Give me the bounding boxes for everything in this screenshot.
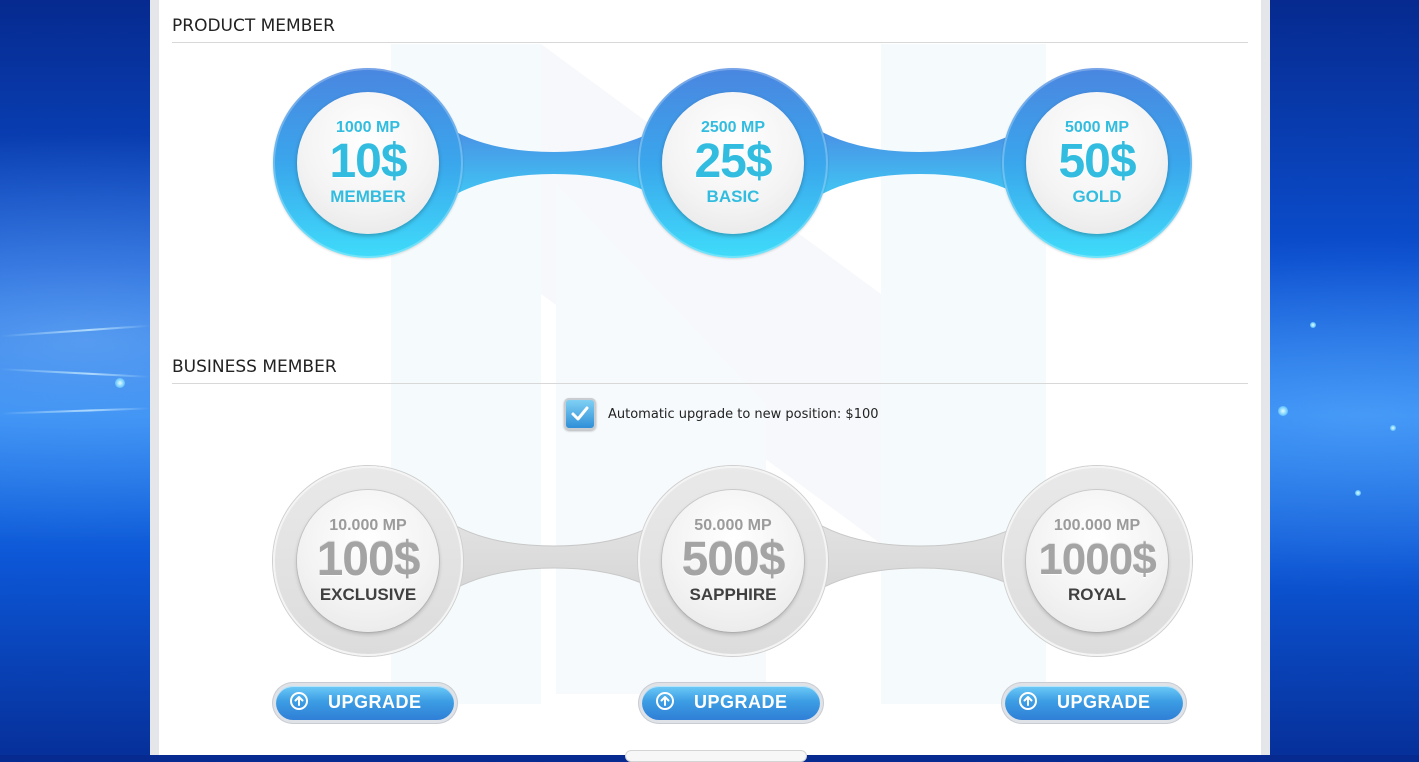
background-light-streak <box>0 368 150 378</box>
auto-upgrade-row: Automatic upgrade to new position: $100 <box>564 396 879 432</box>
auto-upgrade-label: Automatic upgrade to new position: $100 <box>608 406 879 422</box>
tier-price: 1000$ <box>1038 535 1156 584</box>
tier-sapphire: 50.000 MP 500$ SAPPHIRE <box>638 466 828 656</box>
upgrade-button-label: UPGRADE <box>1057 692 1151 712</box>
background-glow-dot <box>1390 425 1396 431</box>
product-member-title: PRODUCT MEMBER <box>172 16 1248 43</box>
upgrade-button-label: UPGRADE <box>328 692 422 712</box>
arrow-up-circle-icon <box>1019 692 1037 710</box>
tier-price: 10$ <box>329 135 407 188</box>
upgrade-button-sapphire[interactable]: UPGRADE <box>638 682 824 724</box>
tier-name: EXCLUSIVE <box>319 585 417 604</box>
tier-gold: 5000 MP 50$ GOLD <box>1002 68 1192 258</box>
upgrade-button-face: UPGRADE <box>642 686 820 720</box>
background-light-streak <box>0 324 150 338</box>
tier-name: MEMBER <box>330 187 406 206</box>
bottom-partial-element <box>625 750 807 762</box>
arrow-up-circle-icon <box>656 692 674 710</box>
product-connector-1 <box>449 128 659 198</box>
upgrade-button-exclusive[interactable]: UPGRADE <box>272 682 458 724</box>
tier-member: 1000 MP 10$ MEMBER <box>273 68 463 258</box>
arrow-up-circle-icon <box>290 692 308 710</box>
upgrade-button-label: UPGRADE <box>694 692 788 712</box>
tier-sapphire-badge: 50.000 MP 500$ SAPPHIRE <box>662 490 804 632</box>
tier-price: 500$ <box>681 533 786 586</box>
background-glow-dot <box>1355 490 1361 496</box>
upgrade-button-face: UPGRADE <box>276 686 454 720</box>
tier-name: SAPPHIRE <box>689 585 777 604</box>
auto-upgrade-checkbox[interactable] <box>564 398 596 430</box>
tier-member-badge: 1000 MP 10$ MEMBER <box>297 92 439 234</box>
business-connector-2 <box>815 521 1025 593</box>
tier-name: ROYAL <box>1068 585 1126 604</box>
tier-price: 100$ <box>316 533 421 586</box>
tier-royal-badge: 100.000 MP 1000$ ROYAL <box>1026 490 1168 632</box>
tier-royal: 100.000 MP 1000$ ROYAL <box>1002 466 1192 656</box>
background-glow-dot <box>1278 406 1288 416</box>
tier-basic-badge: 2500 MP 25$ BASIC <box>662 92 804 234</box>
tier-exclusive-badge: 10.000 MP 100$ EXCLUSIVE <box>297 490 439 632</box>
tier-basic: 2500 MP 25$ BASIC <box>638 68 828 258</box>
membership-panel: PRODUCT MEMBER 1000 MP 10$ MEMBER 2500 M… <box>150 0 1270 762</box>
background-glow-dot <box>115 378 125 388</box>
upgrade-button-face: UPGRADE <box>1005 686 1183 720</box>
tier-exclusive: 10.000 MP 100$ EXCLUSIVE <box>273 466 463 656</box>
tier-gold-badge: 5000 MP 50$ GOLD <box>1026 92 1168 234</box>
upgrade-button-royal[interactable]: UPGRADE <box>1001 682 1187 724</box>
background-glow-dot <box>1310 322 1316 328</box>
business-member-title: BUSINESS MEMBER <box>172 357 1248 384</box>
tier-price: 50$ <box>1058 135 1136 188</box>
background-light-streak <box>0 407 150 415</box>
product-connector-2 <box>815 128 1025 198</box>
tier-price: 25$ <box>694 135 772 188</box>
tier-name: GOLD <box>1072 187 1122 206</box>
business-connector-1 <box>449 521 659 593</box>
tier-points: 100.000 MP <box>1053 517 1141 534</box>
tier-name: BASIC <box>706 187 760 206</box>
checkmark-icon <box>571 406 589 421</box>
